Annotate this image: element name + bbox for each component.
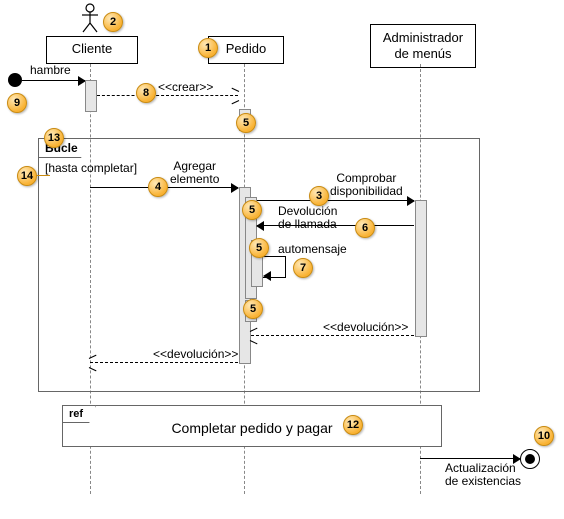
msg-hambre bbox=[22, 80, 85, 81]
found-message-start bbox=[8, 73, 22, 87]
msg-return-pedido bbox=[90, 362, 238, 363]
callout-2: 2 bbox=[103, 12, 123, 32]
callout-10: 10 bbox=[534, 426, 554, 446]
callout-12: 12 bbox=[343, 415, 363, 435]
ref-frame-label: Completar pedido y pagar bbox=[171, 420, 332, 436]
callout-4: 4 bbox=[148, 177, 168, 197]
msg-crear bbox=[97, 95, 238, 96]
msg-label-agregar: Agregar elemento bbox=[170, 160, 219, 186]
actor-icon bbox=[80, 3, 100, 33]
lifeline-cliente-head: Cliente bbox=[46, 36, 138, 64]
callout-5a: 5 bbox=[236, 113, 256, 133]
callout-9: 9 bbox=[7, 93, 27, 113]
arrow-self-icon bbox=[263, 271, 271, 281]
msg-label-actualizacion: Actualización de existencias bbox=[445, 462, 521, 488]
msg-label-comprobar: Comprobar disponibilidad bbox=[330, 172, 403, 198]
callout-3: 3 bbox=[309, 186, 329, 206]
callout-7: 7 bbox=[293, 258, 313, 278]
activation-cliente bbox=[85, 80, 97, 112]
msg-return-admin bbox=[251, 335, 414, 336]
callout-14: 14 bbox=[17, 166, 37, 186]
callout-6: 6 bbox=[355, 218, 375, 238]
callout-13: 13 bbox=[44, 128, 64, 148]
lifeline-pedido-head: Pedido bbox=[208, 36, 284, 64]
activation-admin bbox=[415, 200, 427, 337]
msg-label-hambre: hambre bbox=[30, 64, 71, 77]
msg-label-selfmsg: automensaje bbox=[278, 243, 347, 256]
leader-14 bbox=[36, 175, 50, 176]
callout-8: 8 bbox=[136, 83, 156, 103]
final-node bbox=[520, 449, 540, 469]
loop-frame-guard: [hasta completar] bbox=[45, 161, 137, 175]
msg-label-callback: Devolución de llamada bbox=[278, 205, 337, 231]
callout-5c: 5 bbox=[249, 238, 269, 258]
lifeline-admin-head: Administrador de menús bbox=[370, 24, 476, 68]
msg-actualizacion bbox=[420, 458, 520, 459]
msg-label-crear: <<crear>> bbox=[158, 81, 213, 94]
lifeline-label: Administrador de menús bbox=[383, 30, 463, 61]
msg-comprobar bbox=[257, 200, 414, 201]
msg-label-return1: <<devolución>> bbox=[323, 321, 408, 334]
callout-5b: 5 bbox=[242, 200, 262, 220]
lifeline-label: Pedido bbox=[226, 41, 266, 56]
lifeline-label: Cliente bbox=[72, 41, 112, 56]
callout-5d: 5 bbox=[243, 299, 263, 319]
msg-label-return2: <<devolución>> bbox=[153, 348, 238, 361]
callout-1: 1 bbox=[198, 38, 218, 58]
ref-frame-tag: ref bbox=[62, 405, 96, 423]
ref-frame: ref Completar pedido y pagar bbox=[62, 405, 442, 447]
